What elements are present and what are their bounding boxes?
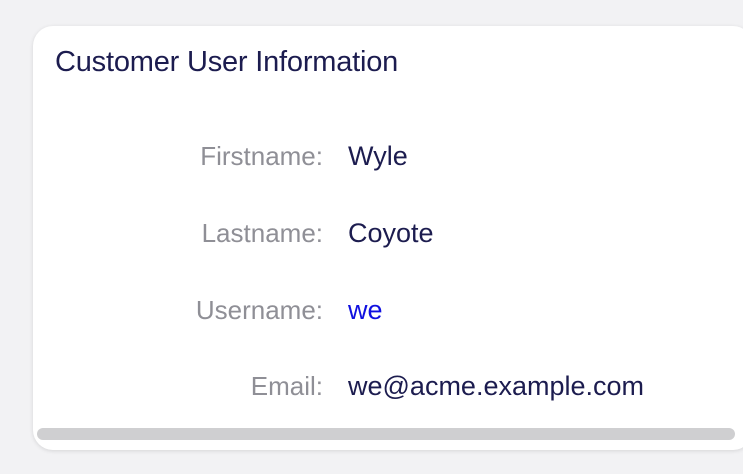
field-row-lastname: Lastname: Coyote bbox=[33, 213, 743, 253]
email-label: Email: bbox=[250, 371, 323, 401]
lastname-label: Lastname: bbox=[201, 218, 323, 248]
customer-user-info-widget: Customer User Information Firstname: Wyl… bbox=[33, 26, 743, 450]
email-value: we@acme.example.com bbox=[348, 371, 645, 401]
page: Customer User Information Firstname: Wyl… bbox=[0, 0, 743, 474]
field-row-email: Email: we@acme.example.com bbox=[33, 366, 743, 406]
username-link[interactable]: we bbox=[348, 290, 383, 330]
firstname-label: Firstname: bbox=[200, 141, 323, 171]
horizontal-scrollbar[interactable] bbox=[37, 426, 737, 440]
field-row-firstname: Firstname: Wyle bbox=[33, 136, 743, 176]
username-label: Username: bbox=[195, 295, 323, 325]
firstname-value: Wyle bbox=[348, 141, 408, 171]
scrollbar-thumb[interactable] bbox=[37, 428, 735, 440]
field-row-username: Username: we bbox=[33, 290, 743, 330]
lastname-value: Coyote bbox=[348, 218, 434, 248]
widget-title: Customer User Information bbox=[55, 46, 399, 78]
